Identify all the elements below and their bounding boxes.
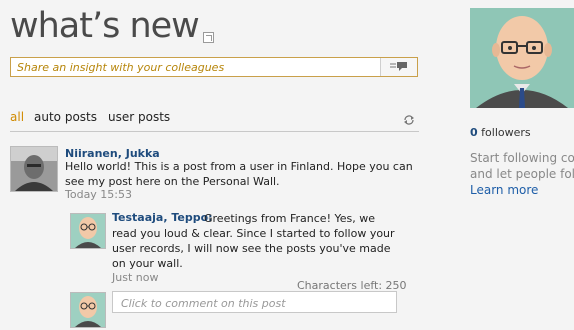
cartoon-avatar-icon [71, 293, 105, 327]
post-time: Today 15:53 [65, 188, 133, 201]
share-input[interactable] [11, 58, 377, 76]
profile-photo[interactable] [470, 8, 574, 108]
suggest-line: and let people foll [470, 167, 574, 181]
tab-auto-posts[interactable]: auto posts [34, 110, 97, 124]
avatar [70, 292, 106, 328]
cartoon-avatar-icon [71, 214, 105, 248]
comment-box[interactable] [112, 291, 397, 314]
user-photo-icon [11, 147, 57, 191]
avatar[interactable] [10, 146, 58, 192]
post-button[interactable] [380, 58, 417, 76]
reply-text: Greetings from France! Yes, we read you … [112, 212, 395, 270]
cartoon-avatar-icon [470, 8, 574, 108]
share-box[interactable] [10, 57, 418, 77]
refresh-icon[interactable] [403, 114, 415, 126]
followers-count[interactable]: 0 followers [470, 126, 531, 139]
reply-time: Just now [112, 271, 159, 284]
divider [10, 131, 419, 132]
suggest-line: Start following col [470, 151, 574, 165]
followers-label: followers [481, 126, 531, 139]
followers-number: 0 [470, 126, 478, 139]
post-icon [390, 62, 407, 71]
tab-all[interactable]: all [10, 110, 24, 124]
tab-user-posts[interactable]: user posts [108, 110, 170, 124]
comment-input[interactable] [113, 293, 396, 314]
follow-suggestion: Start following col and let people foll [470, 150, 574, 182]
post-text: Hello world! This is a post from a user … [65, 160, 413, 188]
avatar[interactable] [70, 213, 106, 249]
page-title: what’s new [10, 6, 200, 46]
popout-icon[interactable] [203, 32, 214, 43]
learn-more-link[interactable]: Learn more [470, 183, 538, 197]
